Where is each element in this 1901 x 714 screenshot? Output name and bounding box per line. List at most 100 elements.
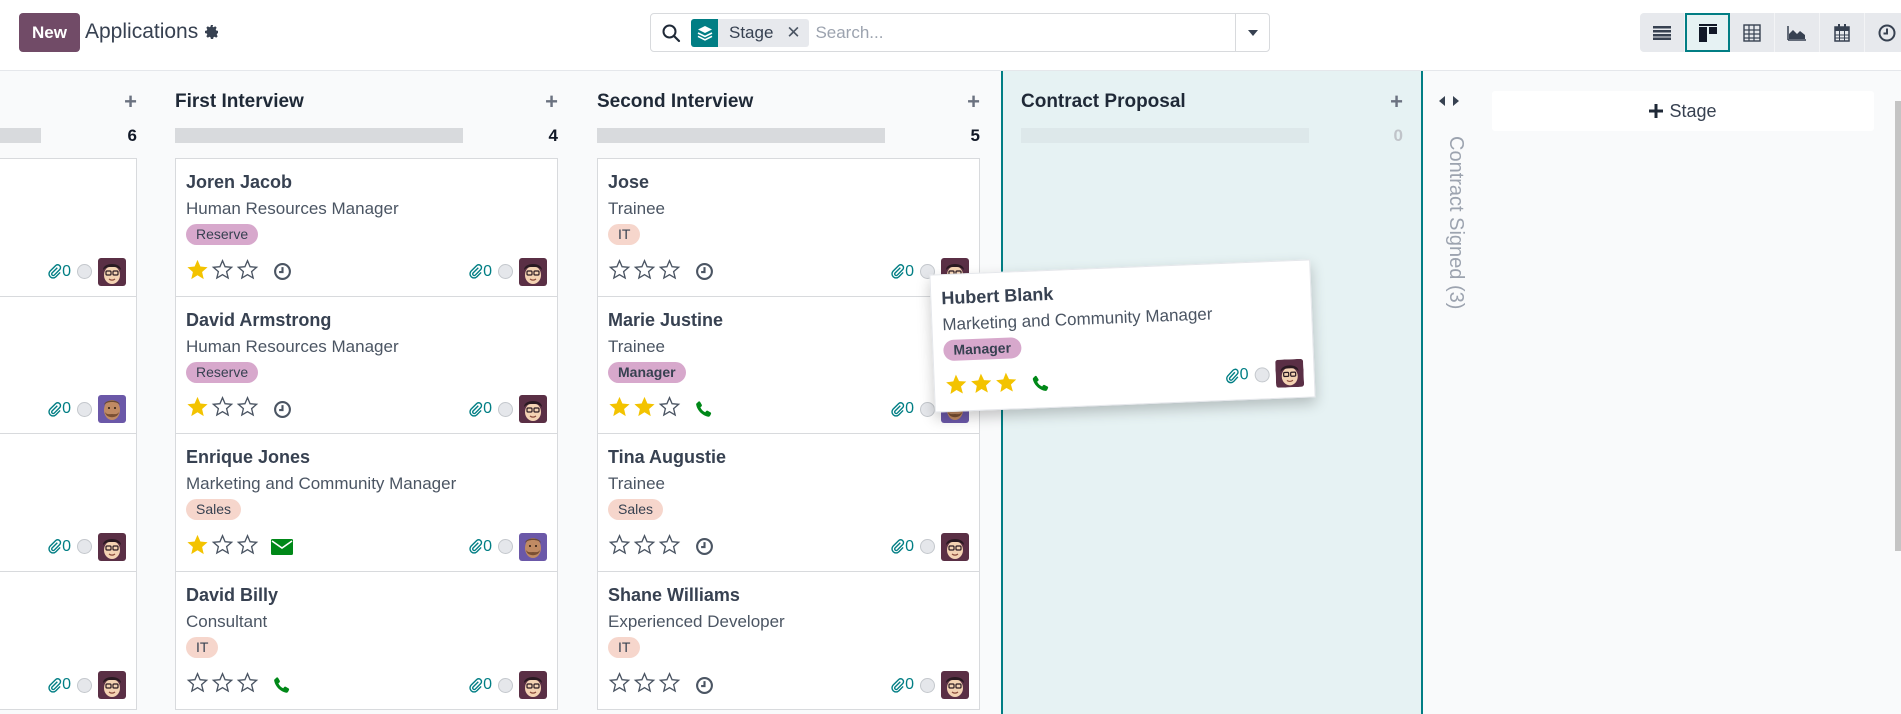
- priority-star-icon[interactable]: [608, 258, 631, 286]
- quick-create-plus-icon[interactable]: +: [545, 91, 558, 113]
- applicant-card[interactable]: 0: [0, 159, 136, 297]
- kanban-state-indicator[interactable]: [498, 401, 513, 417]
- priority-star-filled-icon[interactable]: [186, 395, 209, 423]
- priority-stars[interactable]: [186, 395, 259, 423]
- priority-star-icon[interactable]: [186, 671, 209, 699]
- column-title[interactable]: Second Interview: [597, 91, 753, 113]
- column-progress-bar[interactable]: [1021, 128, 1309, 143]
- gear-icon[interactable]: [204, 24, 220, 40]
- clock-icon[interactable]: [693, 261, 715, 283]
- priority-star-icon[interactable]: [633, 258, 656, 286]
- priority-star-icon[interactable]: [236, 671, 259, 699]
- priority-star-icon[interactable]: [211, 671, 234, 699]
- priority-stars[interactable]: [608, 258, 681, 286]
- priority-star-icon[interactable]: [633, 533, 656, 561]
- search-options-toggle[interactable]: [1235, 14, 1269, 51]
- priority-star-icon[interactable]: [236, 533, 259, 561]
- applicant-card[interactable]: 0: [0, 571, 136, 709]
- applicant-card[interactable]: Joren Jacob Human Resources Manager Rese…: [176, 159, 557, 297]
- graph-view-button[interactable]: [1775, 13, 1820, 52]
- folded-column-contract-signed[interactable]: Contract Signed (3): [1423, 71, 1483, 714]
- kanban-state-indicator[interactable]: [77, 677, 92, 693]
- priority-star-filled-icon[interactable]: [186, 533, 209, 561]
- applicant-card[interactable]: Marie Justine Trainee Manager 0: [598, 296, 979, 434]
- quick-create-plus-icon[interactable]: +: [124, 91, 137, 113]
- priority-star-icon[interactable]: [211, 395, 234, 423]
- priority-star-icon[interactable]: [658, 395, 681, 423]
- folded-column-title[interactable]: Contract Signed (3): [1444, 136, 1467, 309]
- kanban-state-indicator[interactable]: [1254, 366, 1270, 383]
- priority-star-icon[interactable]: [658, 671, 681, 699]
- search-input[interactable]: [809, 22, 1235, 43]
- applicant-card[interactable]: David Armstrong Human Resources Manager …: [176, 296, 557, 434]
- priority-stars[interactable]: [186, 258, 259, 286]
- add-stage-button[interactable]: Stage: [1492, 91, 1874, 131]
- facet-remove-icon[interactable]: ✕: [783, 23, 803, 43]
- phone-icon[interactable]: [271, 674, 293, 696]
- priority-star-filled-icon[interactable]: [944, 372, 968, 401]
- priority-stars[interactable]: [186, 671, 259, 699]
- applicant-card[interactable]: ager 0: [0, 434, 136, 572]
- kanban-state-indicator[interactable]: [920, 677, 935, 693]
- priority-star-icon[interactable]: [608, 533, 631, 561]
- priority-star-icon[interactable]: [608, 671, 631, 699]
- clock-icon[interactable]: [271, 398, 293, 420]
- kanban-state-indicator[interactable]: [498, 677, 513, 693]
- kanban-view-button[interactable]: [1685, 13, 1730, 52]
- applicant-card[interactable]: Jose Trainee IT 0: [598, 159, 979, 297]
- dragged-applicant-card[interactable]: Hubert Blank Marketing and Community Man…: [929, 259, 1316, 413]
- priority-star-icon[interactable]: [236, 395, 259, 423]
- priority-star-filled-icon[interactable]: [608, 395, 631, 423]
- kanban-state-indicator[interactable]: [77, 264, 92, 279]
- kanban-state-indicator[interactable]: [498, 539, 513, 554]
- applicant-card[interactable]: Shane Williams Experienced Developer IT …: [598, 571, 979, 709]
- column-progress-bar[interactable]: [597, 128, 885, 143]
- priority-stars[interactable]: [608, 533, 681, 561]
- priority-star-filled-icon[interactable]: [186, 258, 209, 286]
- new-button[interactable]: New: [19, 13, 80, 52]
- applicant-card[interactable]: Enrique Jones Marketing and Community Ma…: [176, 434, 557, 572]
- applicant-card[interactable]: Tina Augustie Trainee Sales 0: [598, 434, 979, 572]
- clock-icon[interactable]: [693, 674, 715, 696]
- column-progress-bar[interactable]: [0, 128, 41, 143]
- kanban-state-indicator[interactable]: [77, 539, 92, 554]
- kanban-state-indicator[interactable]: [498, 264, 513, 279]
- phone-icon[interactable]: [1029, 372, 1052, 395]
- phone-icon[interactable]: [693, 398, 715, 420]
- applicant-name: Hubert Blank: [940, 283, 1054, 309]
- activity-view-button[interactable]: [1865, 13, 1901, 52]
- kanban-state-indicator[interactable]: [920, 539, 935, 554]
- priority-stars[interactable]: [608, 671, 681, 699]
- priority-star-filled-icon[interactable]: [969, 371, 993, 400]
- priority-star-icon[interactable]: [633, 671, 656, 699]
- priority-star-icon[interactable]: [211, 258, 234, 286]
- priority-star-icon[interactable]: [211, 533, 234, 561]
- column-progress-bar[interactable]: [175, 128, 463, 143]
- envelope-icon[interactable]: [271, 536, 293, 558]
- calendar-view-button[interactable]: [1820, 13, 1865, 52]
- applicant-card[interactable]: ager 0: [0, 296, 136, 434]
- priority-stars[interactable]: [944, 370, 1018, 401]
- clock-icon[interactable]: [693, 536, 715, 558]
- quick-create-plus-icon[interactable]: +: [1390, 91, 1403, 113]
- applicant-card[interactable]: David Billy Consultant IT 0: [176, 571, 557, 709]
- vertical-scrollbar[interactable]: [1895, 101, 1901, 551]
- priority-stars[interactable]: [186, 533, 259, 561]
- priority-star-filled-icon[interactable]: [994, 370, 1018, 399]
- column-title[interactable]: First Interview: [175, 91, 304, 113]
- priority-star-filled-icon[interactable]: [633, 395, 656, 423]
- priority-star-icon[interactable]: [658, 533, 681, 561]
- card-footer: 0: [0, 671, 126, 699]
- priority-star-icon[interactable]: [236, 258, 259, 286]
- priority-stars[interactable]: [608, 395, 681, 423]
- tag-badge: Reserve: [186, 224, 259, 245]
- quick-create-plus-icon[interactable]: +: [967, 91, 980, 113]
- kanban-state-indicator[interactable]: [920, 401, 935, 417]
- unfold-arrows-icon[interactable]: [1437, 93, 1461, 109]
- pivot-view-button[interactable]: [1730, 13, 1775, 52]
- priority-star-icon[interactable]: [658, 258, 681, 286]
- clock-icon[interactable]: [271, 261, 293, 283]
- kanban-state-indicator[interactable]: [77, 401, 92, 417]
- column-title[interactable]: Contract Proposal: [1021, 91, 1186, 113]
- list-view-button[interactable]: [1640, 13, 1685, 52]
